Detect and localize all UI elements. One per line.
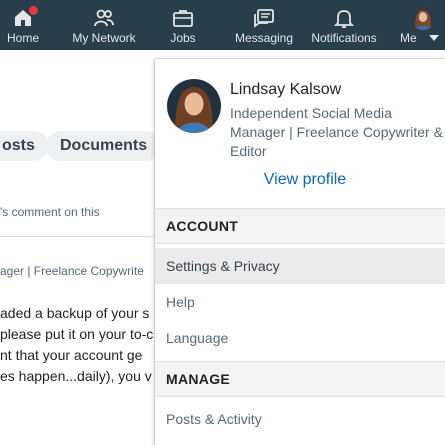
menu-item-language[interactable]: Language xyxy=(155,320,445,356)
post-body-line: please put it on your to-c xyxy=(0,326,154,342)
nav-label: Jobs xyxy=(170,31,196,45)
post-body-line: es happen...daily), you v xyxy=(0,368,152,384)
filter-pill-documents[interactable]: Documents xyxy=(46,131,162,161)
messaging-icon xyxy=(254,9,274,28)
comment-context: 's comment on this xyxy=(0,205,100,219)
avatar xyxy=(167,79,221,133)
profile-name: Lindsay Kalsow xyxy=(230,81,342,98)
divider xyxy=(0,236,155,237)
nav-label: Messaging xyxy=(234,31,294,45)
filter-pill-posts[interactable]: osts xyxy=(0,131,49,161)
post-author-headline: ager | Freelance Copywrite xyxy=(0,264,144,278)
account-section-header: ACCOUNT xyxy=(155,208,445,244)
notification-dot xyxy=(28,5,39,16)
network-icon xyxy=(94,9,114,27)
menu-item-posts-activity[interactable]: Posts & Activity xyxy=(155,401,445,437)
bell-icon xyxy=(333,10,355,28)
nav-me[interactable]: Me xyxy=(398,0,445,50)
menu-item-help[interactable]: Help xyxy=(155,284,445,320)
post-body-line: nt that your account ge xyxy=(0,347,143,363)
profile-headline: Independent Social Media Manager | Freel… xyxy=(230,105,443,159)
nav-label: Me xyxy=(400,31,417,45)
nav-home[interactable]: Home xyxy=(0,0,46,50)
nav-label: Home xyxy=(6,31,39,45)
nav-label: My Network xyxy=(72,31,136,45)
profile-photo[interactable] xyxy=(167,79,221,133)
post-body-line: aded a backup of your s xyxy=(0,305,150,321)
chevron-down-icon xyxy=(429,35,439,41)
nav-messaging[interactable]: Messaging xyxy=(230,0,298,50)
nav-label: Notifications xyxy=(311,31,377,45)
nav-my-network[interactable]: My Network xyxy=(64,0,144,50)
avatar xyxy=(411,6,435,30)
nav-notifications[interactable]: Notifications xyxy=(306,0,382,50)
manage-section-header: MANAGE xyxy=(155,361,445,397)
menu-item-settings-privacy[interactable]: Settings & Privacy xyxy=(155,248,445,284)
briefcase-icon xyxy=(173,10,193,27)
top-nav: Home My Network Jobs Messaging Notificat… xyxy=(0,0,445,50)
me-dropdown-menu: Lindsay Kalsow Independent Social Media … xyxy=(155,59,445,445)
nav-jobs[interactable]: Jobs xyxy=(163,0,203,50)
view-profile-link[interactable]: View profile xyxy=(155,171,445,189)
